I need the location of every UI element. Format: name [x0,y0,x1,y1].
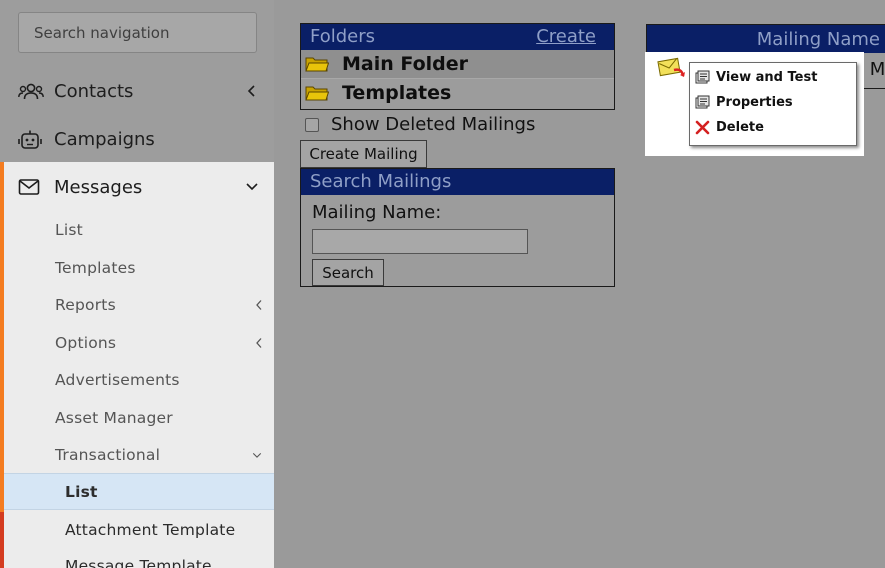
sidebar-item-transactional-list[interactable]: List [4,473,274,510]
show-deleted-mailings[interactable]: Show Deleted Mailings [304,114,535,135]
search-button[interactable]: Search [312,259,384,286]
sidebar-item-list[interactable]: List [4,212,274,249]
sidebar-item-reports[interactable]: Reports [4,287,274,324]
robot-icon [18,130,42,149]
context-menu-label: Delete [716,119,764,135]
mailing-name-column-header[interactable]: Mailing Name [647,25,885,53]
properties-icon [695,95,710,108]
folder-icon [305,86,329,101]
context-menu-label: View and Test [716,69,818,85]
sidebar-item-label: Options [55,334,117,352]
folders-panel: Folders Create Main Folder Templates [300,23,615,110]
mailing-name-header-label: Mailing Name [756,29,880,50]
context-menu-properties[interactable]: Properties [695,91,793,113]
nav-label-campaigns: Campaigns [54,129,155,150]
sidebar-item-label: Advertisements [55,371,180,389]
chevron-left-icon [256,300,262,310]
create-folder-link[interactable]: Create [536,24,596,50]
search-mailings-title: Search Mailings [310,171,452,192]
sidebar-item-label: Transactional [55,446,161,464]
sidebar-item-transactional[interactable]: Transactional [4,437,274,474]
folder-item-templates[interactable]: Templates [301,79,614,108]
mailing-name-label: Mailing Name: [312,202,442,223]
sidebar-item-label: List [55,221,83,239]
show-deleted-checkbox[interactable] [305,117,319,132]
mailing-name-field[interactable] [312,229,528,254]
folder-label: Templates [342,82,452,104]
context-menu: View and Test Properties Delete [689,62,857,146]
sidebar-item-options[interactable]: Options [4,325,274,362]
search-navigation-box[interactable] [18,12,257,53]
mailing-name-input[interactable] [313,230,527,253]
sidebar-item-label: Attachment Template [65,521,236,539]
envelope-icon [18,179,40,195]
messages-section: Messages List Templates Reports Options … [0,162,274,568]
sidebar: Contacts Campaigns Messages [0,0,274,568]
sidebar-item-label: Message Template [65,557,212,568]
nav-label-messages: Messages [54,177,143,198]
nav-item-contacts[interactable]: Contacts [0,69,274,115]
folder-label: Main Folder [342,53,469,75]
create-mailing-button[interactable]: Create Mailing [300,140,427,168]
sidebar-item-templates[interactable]: Templates [4,250,274,287]
chevron-left-icon [256,338,262,348]
search-mailings-panel: Search Mailings Mailing Name: Search [300,168,615,287]
sidebar-item-asset-manager[interactable]: Asset Manager [4,400,274,437]
sidebar-item-label: Reports [55,296,116,314]
sidebar-item-label: Asset Manager [55,409,173,427]
nav-item-campaigns[interactable]: Campaigns [0,117,274,163]
mailing-icon[interactable] [655,56,687,80]
context-menu-view-and-test[interactable]: View and Test [695,66,817,88]
delete-x-icon [695,120,710,134]
sidebar-item-advertisements[interactable]: Advertisements [4,362,274,399]
chevron-down-icon [252,452,262,458]
folders-header: Folders Create [301,24,614,50]
context-menu-label: Properties [716,94,793,110]
sidebar-item-message-template[interactable]: Message Template [4,548,274,568]
folder-icon [305,57,329,72]
folder-item-main-folder[interactable]: Main Folder [301,50,614,79]
search-navigation-input[interactable] [19,13,256,52]
sidebar-item-label: List [65,483,98,501]
folders-title: Folders [310,26,376,47]
view-test-icon [695,70,710,83]
search-mailings-header: Search Mailings [301,169,614,195]
sidebar-item-label: Templates [55,259,136,277]
chevron-left-icon [247,85,255,97]
nav-label-contacts: Contacts [54,81,134,102]
context-menu-delete[interactable]: Delete [695,116,764,138]
sidebar-item-attachment-template[interactable]: Attachment Template [4,512,274,549]
show-deleted-label: Show Deleted Mailings [331,114,536,135]
chevron-down-icon [246,183,258,191]
nav-item-messages[interactable]: Messages [0,165,274,211]
users-icon [18,83,44,100]
